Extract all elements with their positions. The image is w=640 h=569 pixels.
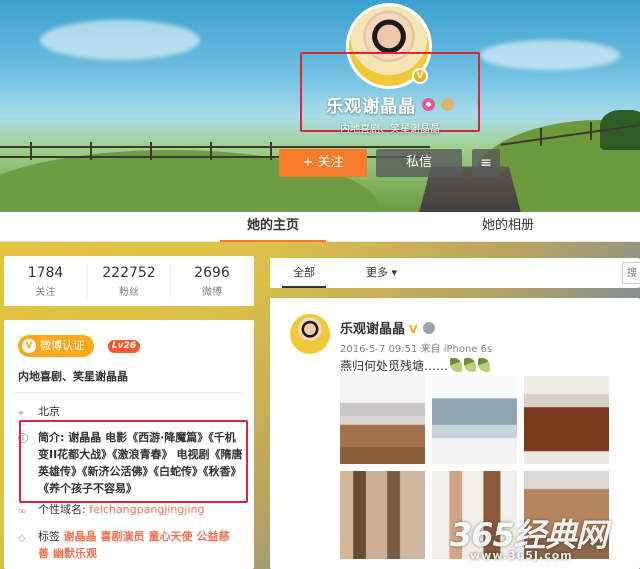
tag-link[interactable]: 童心天使	[149, 530, 193, 543]
domain-label: 个性域名:	[38, 503, 86, 516]
stat-value: 222752	[102, 265, 156, 281]
vip-icon[interactable]	[440, 98, 454, 111]
stat-following[interactable]: 1784 关注	[4, 265, 87, 298]
stat-label: 粉丝	[119, 287, 139, 298]
fence-rail	[0, 146, 430, 148]
tags-row: ◇ 标签 谢晶晶 喜剧演员 童心天使 公益慈善 幽默乐观	[18, 528, 244, 562]
link-icon: ∞	[18, 506, 27, 517]
verified-v-icon: V	[22, 339, 36, 353]
stat-value: 2696	[194, 265, 230, 281]
post-text: 燕归何处觅残塘……	[340, 359, 449, 373]
hamburger-menu-icon[interactable]: ≡	[472, 149, 500, 177]
post-author-row: 乐观谢晶晶 V	[340, 318, 436, 337]
stat-posts[interactable]: 2696 微博	[170, 265, 253, 298]
fence-post	[30, 142, 32, 160]
fence-post	[540, 128, 542, 146]
post-avatar[interactable]	[290, 314, 330, 354]
emoji-icon	[478, 358, 491, 372]
fence-post	[590, 122, 592, 140]
highlight-box	[19, 420, 248, 503]
emoji-icon	[464, 358, 477, 372]
post-photo[interactable]	[524, 376, 609, 464]
divider	[14, 392, 244, 393]
filter-more-dropdown[interactable]: 更多 ▾	[366, 258, 397, 288]
stats-card: 1784 关注 222752 粉丝 2696 微博	[4, 256, 254, 306]
post-photo[interactable]	[340, 471, 425, 559]
stat-label: 关注	[35, 287, 56, 298]
post-text-row: 燕归何处觅残塘……	[340, 357, 491, 374]
location-pin-icon: ⌖	[18, 408, 24, 419]
member-badge-icon[interactable]	[423, 322, 436, 334]
fence-post	[210, 142, 212, 160]
profile-subtitle: 内地喜剧、笑星谢晶晶	[340, 124, 440, 135]
tags-label: 标签	[38, 530, 60, 543]
domain-link[interactable]: feichangpangjingjing	[89, 503, 204, 516]
post-photo[interactable]	[340, 376, 425, 464]
fence-post	[150, 142, 152, 160]
watermark-url: www.365J.com	[470, 549, 573, 562]
profile-name-row: 乐观谢晶晶	[300, 92, 480, 117]
cloud	[480, 40, 620, 70]
location-text: 北京	[38, 405, 60, 418]
lollipop-icon[interactable]	[422, 98, 435, 111]
weibo-cert-label: 微博认证	[40, 339, 84, 352]
follow-button[interactable]: + 关注	[279, 149, 367, 177]
tag-icon: ◇	[18, 533, 26, 544]
fence-post	[90, 142, 92, 160]
tag-link[interactable]: 喜剧演员	[101, 530, 145, 543]
verified-v-icon: V	[409, 323, 418, 336]
filter-all-tab[interactable]: 全部	[282, 258, 326, 288]
profile-tabbar: 她的主页 她的相册	[0, 212, 640, 242]
tag-link[interactable]: 谢晶晶	[64, 530, 97, 543]
tab-album[interactable]: 她的相册	[455, 212, 561, 242]
stat-label: 微博	[202, 287, 222, 298]
level-badge[interactable]: Lv26	[108, 340, 141, 353]
stat-followers[interactable]: 222752 粉丝	[87, 265, 170, 298]
weibo-cert-badge[interactable]: V 微博认证	[18, 335, 94, 357]
post-meta[interactable]: 2016-5-7 09:51 来自 iPhone 6s	[340, 340, 492, 355]
tags-block: 标签 谢晶晶 喜剧演员 童心天使 公益慈善 幽默乐观	[38, 528, 244, 562]
cert-description: 内地喜剧、笑星谢晶晶	[18, 370, 128, 383]
domain-row: ∞ 个性域名: feichangpangjingjing	[18, 501, 204, 518]
profile-name[interactable]: 乐观谢晶晶	[326, 97, 416, 117]
cloud	[40, 20, 200, 60]
stat-value: 1784	[27, 265, 64, 281]
tab-home[interactable]: 她的主页	[220, 212, 326, 242]
post-photo[interactable]	[432, 376, 517, 464]
tag-link[interactable]: 幽默乐观	[53, 547, 97, 560]
message-button[interactable]: 私信	[376, 149, 462, 177]
post-author[interactable]: 乐观谢晶晶	[340, 322, 405, 337]
location-row: ⌖ 北京	[18, 403, 60, 420]
feed-filter-bar: 全部 更多 ▾	[270, 258, 640, 288]
fence-post	[270, 142, 272, 160]
emoji-icon	[450, 358, 463, 372]
search-input[interactable]	[622, 262, 640, 284]
